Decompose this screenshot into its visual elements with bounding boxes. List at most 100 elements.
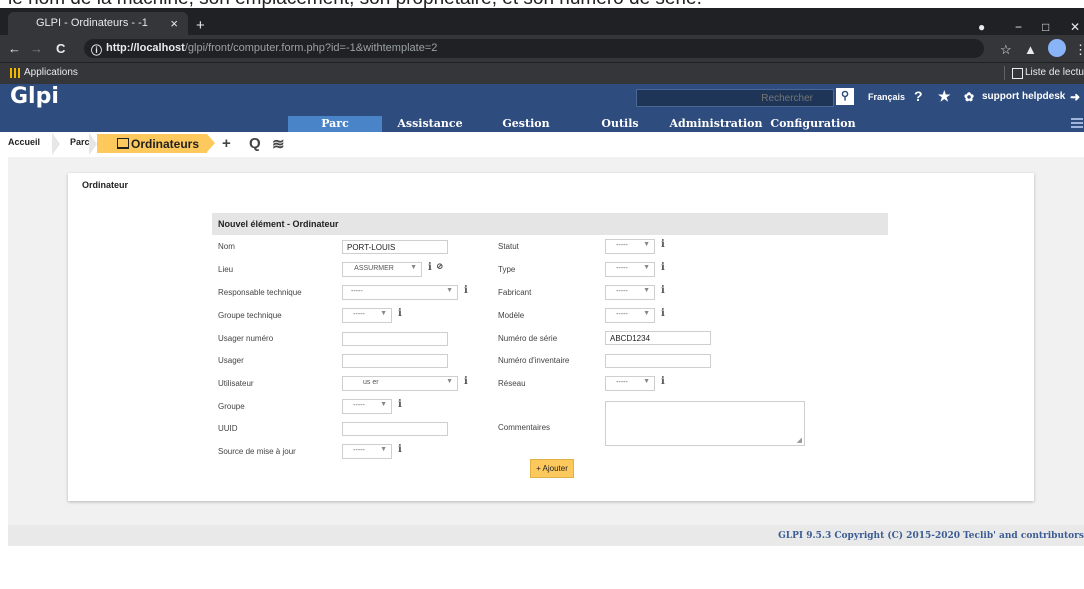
info-icon[interactable]: i [464,376,468,387]
window-close-icon[interactable]: ✕ [1070,20,1080,34]
numero-serie-input[interactable] [605,331,711,345]
info-icon[interactable]: i [464,285,468,296]
gear-icon[interactable]: ✿ [964,90,974,104]
fabricant-label: Fabricant [498,288,532,297]
favorites-star-icon[interactable]: ★ [938,88,951,105]
chevron-down-icon: ▼ [643,264,650,271]
reseau-dropdown[interactable]: ----- ▼ [605,376,655,391]
lieu-dropdown[interactable]: ASSURMER ▼ [342,262,422,277]
footer-copyright[interactable]: GLPI 9.5.3 Copyright (C) 2015-2020 Tecli… [778,531,1084,541]
info-icon[interactable]: i [661,239,665,250]
global-search-input[interactable] [641,91,815,105]
no-link-icon[interactable]: ⊘ [436,262,444,272]
bookmark-star-icon[interactable]: ☆ [1000,42,1012,58]
search-list-icon[interactable]: Q [249,135,261,152]
site-info-icon[interactable]: ⓘ [91,42,102,58]
fabricant-dropdown[interactable]: ----- ▼ [605,285,655,300]
add-icon[interactable]: + [222,135,231,152]
commentaires-textarea[interactable]: ◢ [605,401,805,446]
caption-text: le nom de la machine, son emplacement, s… [8,0,702,8]
groupe-technique-label: Groupe technique [218,311,282,320]
groupe-technique-dropdown[interactable]: ----- ▼ [342,308,392,323]
form-section-title: Ordinateur [82,180,129,190]
reload-icon[interactable]: C [56,41,65,56]
type-dropdown[interactable]: ----- ▼ [605,262,655,277]
apps-grid-icon[interactable] [10,68,20,78]
utilisateur-value: us er [363,379,379,386]
groupe-dropdown[interactable]: ----- ▼ [342,399,392,414]
uuid-label: UUID [218,424,238,433]
reading-list-icon[interactable] [1012,68,1023,79]
chevron-down-icon: ▼ [380,310,387,317]
menu-configuration[interactable]: Configuration [768,116,858,132]
extension-icon[interactable]: ▲ [1024,42,1037,57]
resize-handle-icon[interactable]: ◢ [797,436,802,444]
breadcrumb-active-arrow [207,134,215,152]
menu-parc[interactable]: Parc [288,116,382,132]
reseau-label: Réseau [498,379,526,388]
breadcrumb-home[interactable]: Accueil [8,137,40,147]
utilisateur-dropdown[interactable]: us er ▼ [342,376,458,391]
usager-numero-label: Usager numéro [218,334,274,343]
breadcrumb: Accueil Parc Ordinateurs + Q ≋ [0,132,1084,157]
reading-list[interactable]: Liste de lecture [1025,67,1084,78]
modele-label: Modèle [498,311,525,320]
language-selector[interactable]: Français [868,92,905,102]
minimize-icon[interactable]: − [1015,20,1022,34]
info-icon[interactable]: i [398,444,402,455]
statut-dropdown[interactable]: ----- ▼ [605,239,655,254]
browser-menu-icon[interactable]: ⋮ [1074,42,1084,58]
menu-assistance[interactable]: Assistance [382,116,478,132]
tab-close-icon[interactable]: × [170,16,178,31]
responsable-technique-dropdown[interactable]: ----- ▼ [342,285,458,300]
user-profile[interactable]: support helpdesk [982,91,1065,102]
groupe-label: Groupe [218,402,245,411]
type-value: ----- [616,265,628,272]
ajouter-button[interactable]: + Ajouter [530,459,574,478]
profile-dot-icon[interactable]: ● [978,20,985,34]
nom-input[interactable] [342,240,448,254]
menu-administration[interactable]: Administration [668,116,764,132]
logout-icon[interactable]: ➜ [1070,90,1080,104]
modele-dropdown[interactable]: ----- ▼ [605,308,655,323]
info-icon[interactable]: i [661,262,665,273]
info-icon[interactable]: i [398,308,402,319]
info-icon[interactable]: i [398,399,402,410]
back-icon[interactable]: ← [8,41,21,56]
chevron-down-icon: ▼ [643,287,650,294]
source-mise-a-jour-value: ----- [353,447,365,454]
uuid-input[interactable] [342,422,448,436]
url-field[interactable]: ⓘ http://localhost/glpi/front/computer.f… [84,39,984,58]
bookmarks-apps[interactable]: Applications [24,67,78,78]
footer: GLPI 9.5.3 Copyright (C) 2015-2020 Tecli… [8,525,1084,546]
statut-value: ----- [616,242,628,249]
breadcrumb-parc[interactable]: Parc [70,137,90,147]
forward-icon[interactable]: → [30,41,43,56]
source-mise-a-jour-dropdown[interactable]: ----- ▼ [342,444,392,459]
info-icon[interactable]: i [428,262,432,273]
menu-gestion[interactable]: Gestion [478,116,574,132]
info-icon[interactable]: i [661,285,665,296]
numero-inventaire-input[interactable] [605,354,711,368]
templates-layers-icon[interactable]: ≋ [272,135,285,153]
info-icon[interactable]: i [661,308,665,319]
breadcrumb-current[interactable]: Ordinateurs [97,134,207,153]
numero-inventaire-label: Numéro d'inventaire [498,356,570,365]
commentaires-label: Commentaires [498,423,551,432]
maximize-icon[interactable]: □ [1042,20,1049,34]
modele-value: ----- [616,311,628,318]
usager-numero-input[interactable] [342,332,448,346]
glpi-header: Glpi ⚲ Français ? ★ ✿ support helpdesk ➜… [0,84,1084,132]
groupe-technique-value: ----- [353,311,365,318]
chevron-down-icon: ▼ [380,446,387,453]
menu-outils[interactable]: Outils [584,116,656,132]
glpi-logo[interactable]: Glpi [10,84,59,109]
new-tab-icon[interactable]: + [196,17,205,34]
hamburger-menu-icon[interactable] [1071,118,1083,130]
search-icon[interactable]: ⚲ [836,88,854,105]
browser-profile-avatar[interactable] [1048,39,1066,57]
help-icon[interactable]: ? [914,88,923,104]
info-icon[interactable]: i [661,376,665,387]
browser-tab[interactable]: GLPI - Ordinateurs - -1 × [8,12,188,35]
usager-input[interactable] [342,354,448,368]
